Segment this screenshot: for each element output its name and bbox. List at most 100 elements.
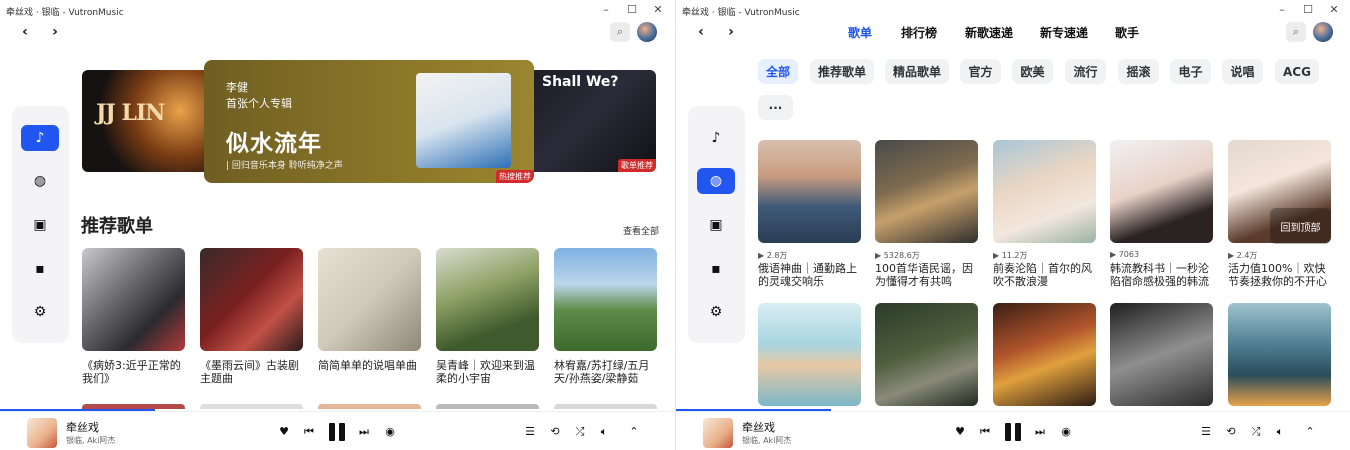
player-bar: 牵丝戏 银临, Aki阿杰 ♥ ⏮ ⏭ ◉ ☰ ⟲ ⤮ 🔈︎ ⌃ bbox=[676, 411, 1350, 450]
repeat-icon[interactable]: ⟲ bbox=[1224, 425, 1238, 439]
playlist-card[interactable]: ▶ 11.2万 前奏沦陷｜首尔的风吹不散浪漫 bbox=[993, 140, 1096, 288]
queue-icon[interactable]: ☰ bbox=[1199, 425, 1213, 439]
playlist-card[interactable]: 简简单单的说唱单曲 bbox=[318, 248, 421, 385]
playlist-cover bbox=[993, 140, 1096, 243]
chip-rock[interactable]: 摇滚 bbox=[1118, 59, 1159, 84]
local-music-icon[interactable]: ▪ bbox=[697, 256, 735, 282]
forward-arrow-icon[interactable]: › bbox=[47, 24, 63, 40]
back-to-top-button[interactable]: 回到顶部 bbox=[1270, 208, 1331, 244]
playlist-card[interactable] bbox=[1110, 303, 1213, 409]
repeat-icon[interactable]: ⟲ bbox=[548, 425, 562, 439]
globe-icon[interactable]: ◍ bbox=[697, 168, 735, 194]
now-playing-title[interactable]: 牵丝戏 bbox=[66, 419, 99, 435]
chip-western[interactable]: 欧美 bbox=[1012, 59, 1053, 84]
playlist-card[interactable]: ▶ 5328.6万 100首华语民谣，因为懂得才有共鸣 bbox=[875, 140, 978, 288]
section-title: 推荐歌单 bbox=[81, 216, 153, 237]
queue-icon[interactable]: ☰ bbox=[523, 425, 537, 439]
personal-fm-icon[interactable]: ◉ bbox=[383, 425, 397, 439]
playlist-card[interactable]: ▶ 2.8万 俄语神曲｜通勤路上的灵魂交响乐 bbox=[758, 140, 861, 288]
now-playing-artist[interactable]: 银临, Aki阿杰 bbox=[66, 435, 115, 446]
tab-new-albums[interactable]: 新专速递 bbox=[1040, 24, 1088, 41]
banner-main[interactable]: 李健 首张个人专辑 似水流年 | 回归音乐本身 聆听纯净之声 热搜推荐 bbox=[204, 60, 534, 183]
local-music-icon[interactable]: ▪ bbox=[21, 256, 59, 282]
now-playing-title[interactable]: 牵丝戏 bbox=[742, 419, 775, 435]
playlist-card[interactable]: 林宥嘉/苏打绿/五月天/孙燕姿/梁静茹 bbox=[554, 248, 657, 385]
chip-recommended[interactable]: 推荐歌单 bbox=[810, 59, 874, 84]
tab-charts[interactable]: 排行榜 bbox=[901, 24, 937, 41]
playlist-card[interactable]: ▶ 7063 韩流教科书｜一秒沦陷宿命感极强的韩流 bbox=[1110, 140, 1213, 288]
chip-all[interactable]: 全部 bbox=[758, 59, 798, 84]
playlist-card[interactable] bbox=[758, 303, 861, 409]
avatar[interactable] bbox=[1313, 22, 1333, 42]
previous-icon[interactable]: ⏮ bbox=[302, 425, 316, 439]
now-playing-artist[interactable]: 银临, Aki阿杰 bbox=[742, 435, 791, 446]
playlist-cover bbox=[436, 248, 539, 351]
tab-new-songs[interactable]: 新歌速递 bbox=[965, 24, 1013, 41]
shuffle-icon[interactable]: ⤮ bbox=[1249, 425, 1263, 439]
like-heart-icon[interactable]: ♥ bbox=[277, 425, 291, 439]
playlist-name: 《病娇3:近乎正常的我们》 bbox=[82, 359, 181, 385]
minimize-icon[interactable]: – bbox=[1274, 2, 1290, 18]
expand-chevron-up-icon[interactable]: ⌃ bbox=[1303, 425, 1317, 439]
library-icon[interactable]: ▣ bbox=[21, 212, 59, 238]
playlist-card[interactable]: 《墨雨云间》古装剧主题曲 bbox=[200, 248, 303, 385]
chip-acg[interactable]: ACG bbox=[1275, 59, 1319, 84]
previous-icon[interactable]: ⏮ bbox=[978, 425, 992, 439]
banner-left[interactable]: JJ LIN bbox=[82, 70, 222, 172]
music-note-icon[interactable]: ♪ bbox=[697, 125, 735, 151]
settings-icon[interactable]: ⚙ bbox=[21, 299, 59, 325]
globe-icon[interactable]: ◍ bbox=[21, 168, 59, 194]
play-count: ▶ 5328.6万 bbox=[875, 251, 920, 260]
play-count: ▶ 2.4万 bbox=[1228, 251, 1258, 260]
search-icon[interactable]: ⌕ bbox=[1286, 22, 1306, 42]
library-icon[interactable]: ▣ bbox=[697, 212, 735, 238]
chip-featured[interactable]: 精品歌单 bbox=[885, 59, 949, 84]
playlist-card[interactable]: 吴青峰｜欢迎来到温柔的小宇宙 bbox=[436, 248, 539, 385]
playlist-name: 韩流教科书｜一秒沦陷宿命感极强的韩流 bbox=[1110, 262, 1209, 288]
volume-icon[interactable]: 🔈︎ bbox=[1273, 425, 1287, 439]
playlist-card[interactable] bbox=[1228, 303, 1331, 409]
pause-icon[interactable] bbox=[1005, 423, 1021, 441]
search-icon[interactable]: ⌕ bbox=[610, 22, 630, 42]
chip-electronic[interactable]: 电子 bbox=[1170, 59, 1211, 84]
personal-fm-icon[interactable]: ◉ bbox=[1059, 425, 1073, 439]
playlist-name: 《墨雨云间》古装剧主题曲 bbox=[200, 359, 299, 385]
maximize-icon[interactable]: ☐ bbox=[1300, 2, 1316, 18]
tab-playlists[interactable]: 歌单 bbox=[848, 24, 872, 41]
maximize-icon[interactable]: ☐ bbox=[624, 2, 640, 18]
playlist-cover bbox=[554, 248, 657, 351]
banner-album-note: 首张个人专辑 bbox=[226, 97, 292, 110]
sidebar: ♪ ◍ ▣ ▪ ⚙ bbox=[688, 106, 745, 343]
like-heart-icon[interactable]: ♥ bbox=[953, 425, 967, 439]
app-window-left: 牵丝戏 · 银临 - VutronMusic – ☐ ✕ ‹ › ⌕ ♪ ◍ ▣… bbox=[0, 0, 675, 450]
next-icon[interactable]: ⏭ bbox=[1033, 425, 1047, 439]
chip-official[interactable]: 官方 bbox=[960, 59, 1001, 84]
music-note-icon[interactable]: ♪ bbox=[21, 125, 59, 151]
volume-icon[interactable]: 🔈︎ bbox=[597, 425, 611, 439]
chip-pop[interactable]: 流行 bbox=[1065, 59, 1106, 84]
pause-icon[interactable] bbox=[329, 423, 345, 441]
tab-artists[interactable]: 歌手 bbox=[1115, 24, 1139, 41]
banner-right[interactable]: Shall We? 歌单推荐 bbox=[516, 70, 656, 172]
back-arrow-icon[interactable]: ‹ bbox=[17, 24, 33, 40]
playlist-card[interactable] bbox=[993, 303, 1096, 409]
avatar[interactable] bbox=[637, 22, 657, 42]
now-playing-cover[interactable] bbox=[27, 418, 57, 448]
chip-rap[interactable]: 说唱 bbox=[1222, 59, 1263, 84]
close-icon[interactable]: ✕ bbox=[650, 2, 666, 18]
playlist-card[interactable] bbox=[875, 303, 978, 409]
playlist-cover bbox=[875, 140, 978, 243]
close-icon[interactable]: ✕ bbox=[1326, 2, 1342, 18]
see-all-link[interactable]: 查看全部 bbox=[623, 224, 659, 237]
now-playing-cover[interactable] bbox=[703, 418, 733, 448]
explore-tabs: 歌单 排行榜 新歌速递 新专速递 歌手 bbox=[676, 24, 1350, 44]
shuffle-icon[interactable]: ⤮ bbox=[573, 425, 587, 439]
expand-chevron-up-icon[interactable]: ⌃ bbox=[627, 425, 641, 439]
settings-icon[interactable]: ⚙ bbox=[697, 299, 735, 325]
next-icon[interactable]: ⏭ bbox=[357, 425, 371, 439]
minimize-icon[interactable]: – bbox=[598, 2, 614, 18]
playlist-name: 简简单单的说唱单曲 bbox=[318, 359, 417, 372]
chip-more[interactable]: ··· bbox=[758, 95, 793, 120]
playlist-cover bbox=[758, 140, 861, 243]
playlist-card[interactable]: 《病娇3:近乎正常的我们》 bbox=[82, 248, 185, 385]
